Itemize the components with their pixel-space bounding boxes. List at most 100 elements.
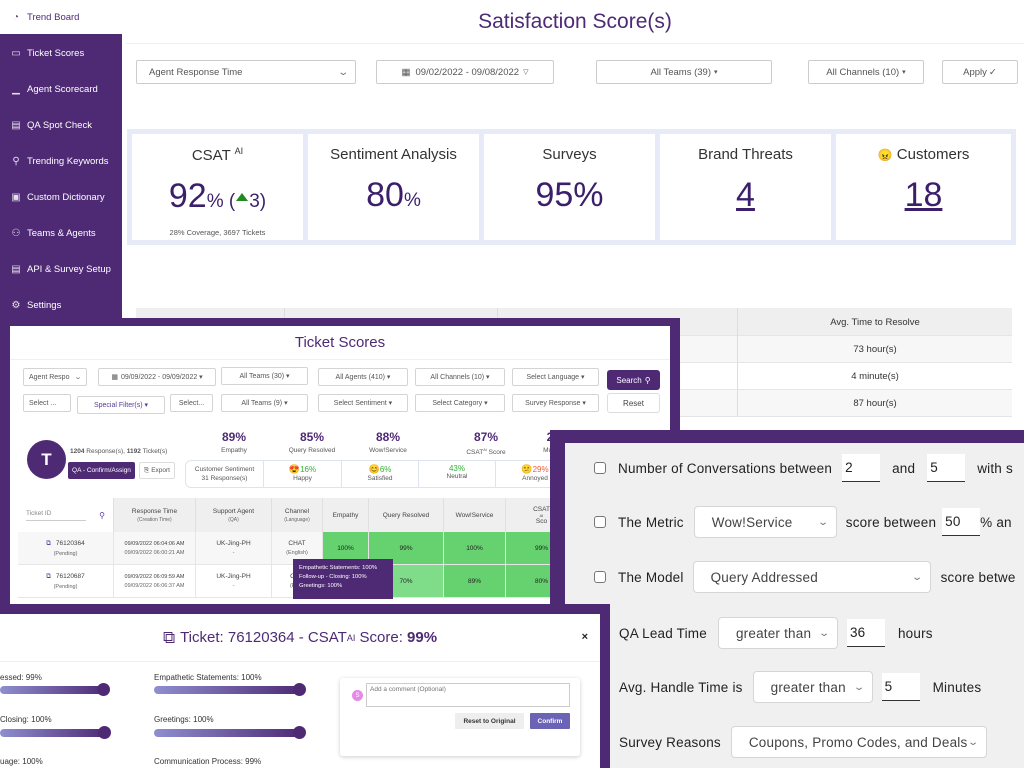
- table-row[interactable]: ⧉ 76120364 (Pending): [18, 532, 114, 565]
- response-count: 1204 Response(s), 1192 Ticket(s): [70, 448, 168, 455]
- card-csat: CSAT AI 92% (3) 28% Coverage, 3697 Ticke…: [132, 134, 303, 240]
- calendar-icon: ▦: [401, 66, 411, 78]
- sidebar-item-ticket-scores[interactable]: ▭ Ticket Scores: [0, 35, 122, 71]
- slider-handle[interactable]: [293, 726, 306, 739]
- language-dropdown[interactable]: Select Language ▾: [512, 368, 599, 386]
- caret-down-icon: ▽: [523, 69, 529, 76]
- chevron-down-icon: ⌄: [73, 374, 83, 381]
- external-link-icon[interactable]: ⧉: [163, 628, 175, 648]
- search-icon: ⚲: [12, 155, 20, 167]
- search-icon: ⚲: [644, 375, 651, 385]
- select-filter-2[interactable]: Select...: [170, 394, 213, 412]
- external-link-icon[interactable]: ⧉: [46, 540, 51, 547]
- caret-down-icon: ▾: [902, 69, 906, 76]
- conversations-max-input[interactable]: 5: [927, 454, 966, 482]
- user-avatar: S: [352, 690, 363, 701]
- conversations-min-input[interactable]: 2: [842, 454, 881, 482]
- external-link-icon[interactable]: ⧉: [46, 573, 51, 580]
- handle-time-operator-select[interactable]: greater than ⌄: [752, 671, 873, 703]
- clipboard-icon: ▤: [11, 119, 21, 131]
- sidebar-item-teams-agents[interactable]: ⚇ Teams & Agents: [0, 215, 122, 251]
- sidebar-item-qa-spot-check[interactable]: ▤ QA Spot Check: [0, 107, 122, 143]
- survey-response-dropdown[interactable]: Survey Response ▾: [512, 394, 599, 412]
- card-brand-threats: Brand Threats 4: [660, 134, 831, 240]
- customer-sentiment-bar: Customer Sentiment 31 Response(s) 😍16% Hap…: [185, 460, 575, 488]
- ticket-modal-title: ⧉ Ticket: 76120364 - CSAT AI Score: 99%: [0, 614, 600, 662]
- chevron-down-icon: ⌄: [853, 681, 866, 693]
- avatar: T: [27, 440, 66, 479]
- sidebar-item-api-survey-setup[interactable]: ▤ API & Survey Setup: [0, 251, 122, 287]
- caret-down-icon: ▾: [714, 69, 718, 76]
- book-icon: ▣: [11, 191, 21, 203]
- score-cards: CSAT AI 92% (3) 28% Coverage, 3697 Ticke…: [127, 129, 1016, 245]
- sidebar-item-trend-board[interactable]: ◔ Trend Board: [0, 0, 126, 34]
- comment-box: S Reset to Original Confirm: [340, 678, 580, 756]
- qa-confirm-assign-button[interactable]: QA - Confirm/Assign: [68, 462, 135, 479]
- sentiment-happy: 😍16% Happy: [264, 461, 342, 487]
- filter-avg-handle-time: Avg. Handle Time is greater than ⌄ 5 Minu…: [619, 671, 981, 703]
- slider-handle[interactable]: [293, 683, 306, 696]
- search-button[interactable]: Search ⚲: [607, 370, 660, 390]
- teams-secondary-dropdown[interactable]: All Teams (9) ▾: [221, 394, 308, 412]
- dashboard-gauge-icon: ◔: [12, 11, 20, 23]
- slider-handle[interactable]: [97, 683, 110, 696]
- reset-to-original-button[interactable]: Reset to Original: [455, 713, 524, 729]
- chevron-down-icon: ⌄: [817, 516, 830, 528]
- select-filter-1[interactable]: Select ...: [23, 394, 71, 412]
- channels-dropdown[interactable]: All Channels (10) ▾: [808, 60, 924, 84]
- sentiment-satisfied: 😊6% Satisfied: [342, 461, 419, 487]
- agents-dropdown[interactable]: All Agents (410) ▾: [318, 368, 408, 386]
- date-range-picker[interactable]: ▦ 09/09/2022 - 09/09/2022 ▾: [98, 368, 216, 386]
- sentiment-neutral: 43% Neutral: [419, 461, 496, 487]
- teams-dropdown[interactable]: All Teams (39) ▾: [596, 60, 772, 84]
- model-checkbox[interactable]: [594, 571, 606, 583]
- model-select[interactable]: Query Addressed ⌄: [692, 561, 931, 593]
- slider-follow-up-closing[interactable]: [0, 726, 111, 739]
- filter-qa-lead-time: QA Lead Time greater than ⌄ 36 hours: [619, 617, 933, 649]
- survey-reasons-select[interactable]: Coupons, Promo Codes, and Deals ⌄: [730, 726, 987, 758]
- export-button[interactable]: ⎘ Export: [139, 462, 175, 479]
- sidebar-item-custom-dictionary[interactable]: ▣ Custom Dictionary: [0, 179, 122, 215]
- sentiment-dropdown[interactable]: Select Sentiment ▾: [318, 394, 408, 412]
- channels-dropdown[interactable]: All Channels (10) ▾: [415, 368, 505, 386]
- users-icon: ⚇: [11, 227, 21, 239]
- card-surveys: Surveys 95%: [484, 134, 655, 240]
- reset-button[interactable]: Reset: [607, 393, 660, 413]
- handle-time-value-input[interactable]: 5: [881, 673, 920, 701]
- filter-model: The Model Query Addressed ⌄ score betwe: [594, 561, 1016, 593]
- metric-select[interactable]: Agent Response Time ⌄: [136, 60, 356, 84]
- metric-min-input[interactable]: 50: [942, 508, 981, 536]
- metric-query-resolved: 85% Query Resolved: [288, 430, 336, 454]
- sidebar-item-agent-scorecard[interactable]: ▁ Agent Scorecard: [0, 71, 122, 107]
- conversations-checkbox[interactable]: [594, 462, 606, 474]
- slider-handle[interactable]: [98, 726, 111, 739]
- sidebar-item-trending-keywords[interactable]: ⚲ Trending Keywords: [0, 143, 122, 179]
- category-dropdown[interactable]: Select Category ▾: [415, 394, 505, 412]
- apply-button[interactable]: Apply ✓: [942, 60, 1018, 84]
- close-icon[interactable]: ×: [582, 631, 588, 643]
- filter-survey-reasons: Survey Reasons Coupons, Promo Codes, and…: [619, 726, 987, 758]
- ticket-icon: ▭: [11, 47, 21, 59]
- qa-lead-operator-select[interactable]: greater than ⌄: [717, 617, 838, 649]
- table-row[interactable]: ⧉ 76120687 (Pending): [18, 565, 114, 598]
- brand-threats-link[interactable]: 4: [736, 176, 755, 214]
- clipboard-setup-icon: ▤: [11, 263, 21, 275]
- customers-link[interactable]: 18: [905, 176, 943, 214]
- qa-lead-value-input[interactable]: 36: [846, 619, 885, 647]
- confirm-button[interactable]: Confirm: [530, 713, 570, 729]
- metric-select[interactable]: Wow!Service ⌄: [693, 506, 837, 538]
- slider-query-addressed[interactable]: [0, 683, 110, 696]
- metric-select[interactable]: Agent Respo ⌄: [23, 368, 87, 386]
- comment-input[interactable]: [366, 683, 570, 707]
- slider-greetings[interactable]: [154, 726, 306, 739]
- metric-checkbox[interactable]: [594, 516, 606, 528]
- slider-empathetic-statements[interactable]: [154, 683, 306, 696]
- teams-dropdown[interactable]: All Teams (30) ▾: [221, 367, 308, 385]
- ticket-id-search-input[interactable]: Ticket ID: [26, 510, 86, 521]
- date-range-picker[interactable]: ▦ 09/02/2022 - 09/08/2022 ▽: [376, 60, 554, 84]
- chevron-down-icon: ⌄: [818, 627, 831, 639]
- search-icon[interactable]: ⚲: [99, 511, 105, 520]
- filter-metric: The Metric Wow!Service ⌄ score between 50…: [594, 506, 1012, 538]
- gears-icon: ⚙: [11, 299, 21, 311]
- special-filters-dropdown[interactable]: Special Filter(s) ▾: [77, 396, 165, 414]
